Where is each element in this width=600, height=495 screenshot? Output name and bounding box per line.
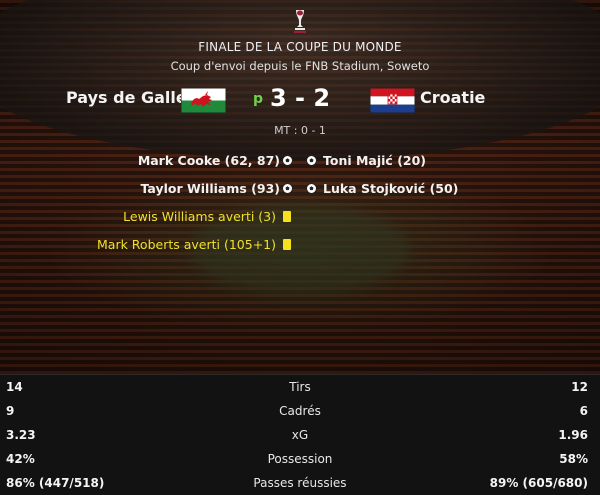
stat-row-xg: 3.23 xG 1.96 [0,423,600,447]
stat-label: Cadrés [279,404,321,418]
croatia-flag-icon [370,88,415,113]
home-goal-event: Mark Cooke (62, 87) [137,153,280,168]
away-stat-value: 1.96 [558,428,588,442]
world-cup-trophy-icon [294,10,306,33]
venue-subtitle: Coup d'envoi depuis le FNB Stadium, Sowe… [170,59,430,73]
stat-row-possession: 42% Possession 58% [0,447,600,471]
away-stat-value: 58% [559,452,588,466]
home-booking-event: Lewis Williams averti (3) [123,209,276,224]
competition-title: FINALE DE LA COUPE DU MONDE [198,40,402,54]
home-team-name: Pays de Galles [66,88,197,107]
stat-row-passes: 86% (447/518) Passes réussies 89% (605/6… [0,471,600,495]
goal-ball-icon [282,155,293,166]
goal-ball-icon [306,183,317,194]
wales-flag-icon [181,88,226,113]
goal-ball-icon [306,155,317,166]
away-goal-event: Luka Stojković (50) [323,181,459,196]
match-summary-screen: FINALE DE LA COUPE DU MONDE Coup d'envoi… [0,0,600,495]
yellow-card-icon [283,239,291,250]
away-stat-value: 6 [579,404,588,418]
stat-label: xG [291,428,309,442]
away-team-name: Croatie [420,88,486,107]
goal-ball-icon [282,183,293,194]
away-stat-value: 89% (605/680) [489,476,588,490]
final-score: 3 - 2 [269,84,331,112]
home-goal-event: Taylor Williams (93) [140,181,280,196]
stat-label: Tirs [289,380,311,394]
away-stat-value: 12 [571,380,588,394]
away-goal-event: Toni Majić (20) [323,153,427,168]
match-stats-panel: 14 Tirs 12 9 Cadrés 6 3.23 xG 1.96 42% P… [0,374,600,495]
home-booking-event: Mark Roberts averti (105+1) [97,237,276,252]
stat-row-on-target: 9 Cadrés 6 [0,399,600,423]
penalty-indicator: p [253,91,264,107]
yellow-card-icon [283,211,291,222]
stadium-background [0,0,600,374]
stat-row-shots: 14 Tirs 12 [0,375,600,399]
stat-label: Possession [267,452,333,466]
halftime-score: MT : 0 - 1 [274,124,326,137]
